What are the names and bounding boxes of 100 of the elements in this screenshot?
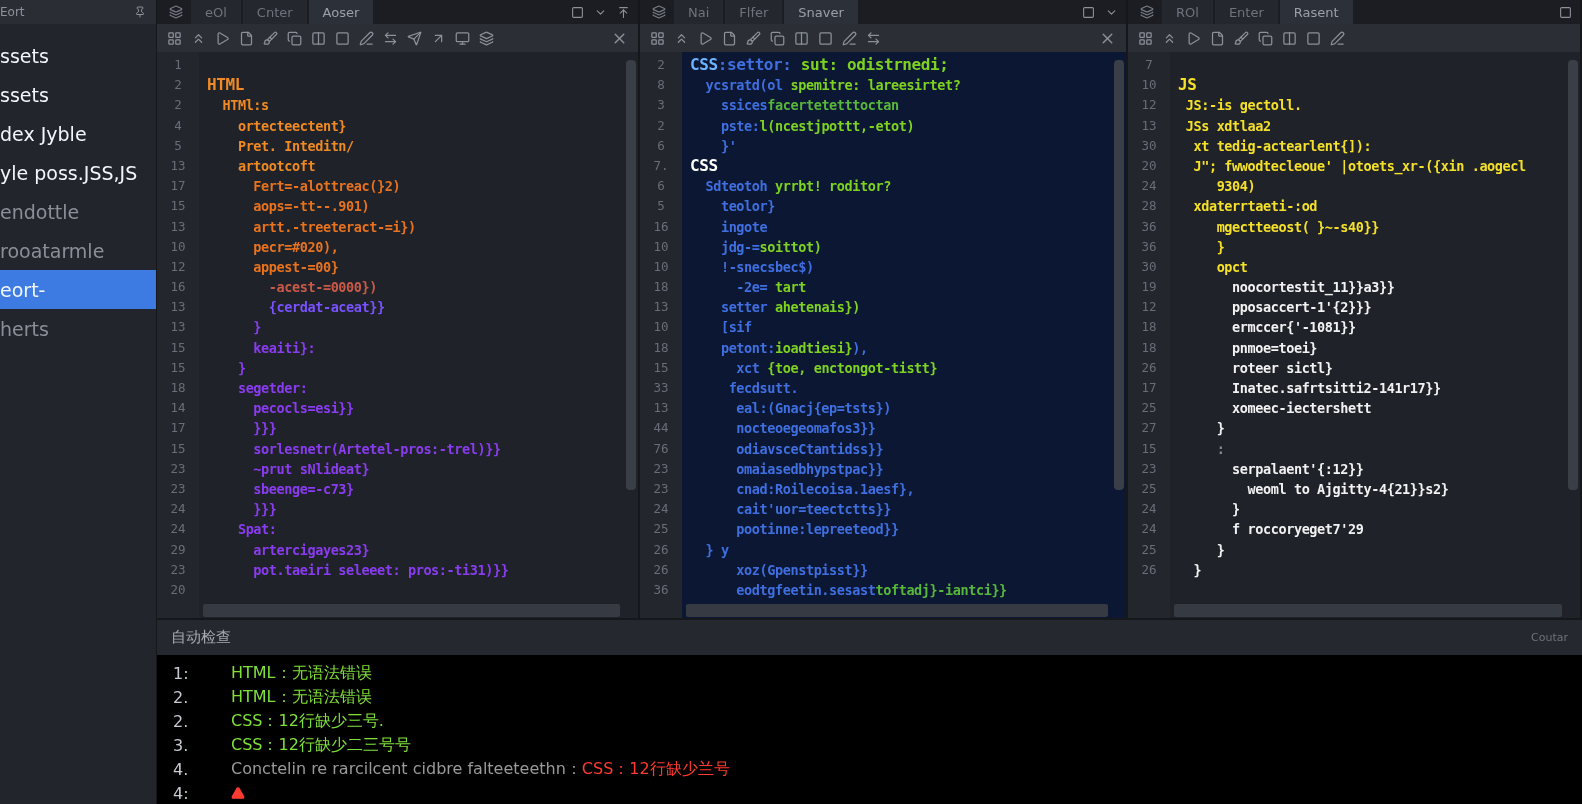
sidebar-item[interactable]: dex Jyble bbox=[0, 114, 156, 153]
copy-icon[interactable] bbox=[287, 30, 302, 46]
line-number: 36 bbox=[652, 580, 670, 599]
code-text: pste: bbox=[719, 117, 760, 134]
line-number: 1 bbox=[173, 56, 183, 74]
editor-tab[interactable]: Cnter bbox=[242, 0, 307, 24]
code-text: facertetetttoctan bbox=[767, 97, 899, 114]
layers-icon bbox=[652, 5, 666, 19]
pen-icon[interactable] bbox=[1330, 30, 1345, 46]
columns-icon[interactable] bbox=[311, 30, 326, 46]
scrollbar-thumb[interactable] bbox=[1568, 60, 1578, 490]
square-icon[interactable] bbox=[335, 30, 350, 46]
square-icon[interactable] bbox=[571, 5, 584, 19]
code-text: Inatec.safrtsitti2-141r17}} bbox=[1231, 380, 1441, 396]
file-icon[interactable] bbox=[1210, 30, 1225, 46]
sidebar-item[interactable]: endottle bbox=[0, 192, 156, 231]
arrows-icon[interactable] bbox=[866, 30, 881, 46]
square-icon[interactable] bbox=[1082, 5, 1095, 19]
scrollbar-thumb[interactable] bbox=[686, 603, 1108, 617]
code-text: {cerdat-aceat}} bbox=[267, 299, 385, 316]
code-text: aops=-tt--.901) bbox=[252, 198, 370, 215]
sidebar-item[interactable]: ssets bbox=[0, 75, 156, 114]
line-number: 23 bbox=[1140, 459, 1158, 478]
code-text: J"; fwwodtecleoue' |otoets_xr-({xin .aogecl bbox=[1192, 157, 1526, 174]
file-icon[interactable] bbox=[722, 30, 737, 46]
monitor-icon[interactable] bbox=[455, 30, 470, 46]
line-number: 15 bbox=[652, 358, 670, 377]
grid-icon[interactable] bbox=[167, 30, 182, 46]
code-text: nocteoegeomafos3}} bbox=[735, 420, 876, 437]
line-number: 13 bbox=[1140, 116, 1158, 135]
editor-tab[interactable]: Rasent bbox=[1279, 0, 1353, 24]
code-text: fecdsutt. bbox=[727, 380, 799, 396]
line-number: 23 bbox=[652, 479, 670, 498]
square-icon[interactable] bbox=[1306, 30, 1321, 46]
line-number: 10 bbox=[652, 237, 670, 256]
play-icon[interactable] bbox=[698, 30, 713, 46]
sidebar-item[interactable]: yle poss.JSS,JS bbox=[0, 153, 156, 192]
play-icon[interactable] bbox=[215, 30, 230, 46]
line-number: 4. bbox=[173, 759, 190, 779]
arrow-up-icon[interactable] bbox=[617, 5, 630, 19]
line-number: 3 bbox=[656, 96, 666, 115]
line-number: 6 bbox=[656, 177, 666, 196]
sidebar-item[interactable]: herts bbox=[0, 309, 156, 348]
grid-icon[interactable] bbox=[1138, 30, 1153, 46]
line-number: 23 bbox=[652, 459, 670, 478]
copy-icon[interactable] bbox=[1258, 30, 1273, 46]
line-number: 13 bbox=[169, 318, 187, 337]
scrollbar-thumb[interactable] bbox=[1114, 60, 1124, 490]
code-text: -acest-=0000}) bbox=[267, 279, 377, 296]
code-text: } y bbox=[704, 541, 729, 558]
square-icon[interactable] bbox=[818, 30, 833, 46]
scrollbar-thumb[interactable] bbox=[1174, 603, 1562, 617]
sidebar-item[interactable]: eort- bbox=[0, 270, 156, 309]
line-number: 18 bbox=[652, 338, 670, 357]
code-text: keaiti}: bbox=[252, 339, 316, 356]
code-text: ingote bbox=[719, 218, 768, 235]
code-text: xoz(Gpenstpisst}} bbox=[735, 561, 868, 578]
output-message: CSS：12行缺少三号. bbox=[231, 710, 384, 732]
editor-tab[interactable]: Snaver bbox=[784, 0, 858, 24]
code-text: jdg-= bbox=[719, 238, 760, 255]
code-text: Sdteotoh bbox=[704, 178, 769, 195]
pen-icon[interactable] bbox=[842, 30, 857, 46]
brush-icon[interactable] bbox=[1234, 30, 1249, 46]
copy-icon[interactable] bbox=[770, 30, 785, 46]
square-icon[interactable] bbox=[1559, 5, 1572, 19]
scrollbar-thumb[interactable] bbox=[626, 60, 636, 490]
brush-icon[interactable] bbox=[746, 30, 761, 46]
pen-icon[interactable] bbox=[359, 30, 374, 46]
line-number: 24 bbox=[652, 500, 670, 519]
arrows-icon[interactable] bbox=[383, 30, 398, 46]
code-text: artercigayes23} bbox=[252, 541, 370, 558]
output-message: Conctelin re rarcilcent cidbre falteeteethn：CSS：12行缺少兰号 bbox=[231, 758, 730, 780]
brush-icon[interactable] bbox=[263, 30, 278, 46]
pin-icon[interactable] bbox=[134, 6, 146, 18]
sidebar-item[interactable]: ssets bbox=[0, 36, 156, 75]
code-text: }' bbox=[719, 137, 737, 154]
columns-icon[interactable] bbox=[794, 30, 809, 46]
editor-tab[interactable]: Enter bbox=[1214, 0, 1278, 24]
line-number: 12 bbox=[1140, 298, 1158, 317]
code-text: !-snecsbec$) bbox=[719, 258, 814, 275]
line-number: 20 bbox=[1140, 156, 1158, 175]
file-icon[interactable] bbox=[239, 30, 254, 46]
editor-tab[interactable]: Flfer bbox=[725, 0, 783, 24]
line-number: 23 bbox=[169, 459, 187, 478]
scrollbar-thumb[interactable] bbox=[203, 603, 620, 617]
editor-tab[interactable]: eOl bbox=[191, 0, 241, 24]
line-number: 6 bbox=[656, 136, 666, 155]
editor-tab[interactable]: Nai bbox=[674, 0, 724, 24]
editor-tab[interactable]: ROl bbox=[1162, 0, 1213, 24]
line-number: 15 bbox=[169, 197, 187, 216]
send-icon[interactable] bbox=[407, 30, 422, 46]
editor-tab[interactable]: Aoser bbox=[308, 0, 374, 24]
code-text: JSs xdtlaa2 bbox=[1184, 117, 1271, 134]
columns-icon[interactable] bbox=[1282, 30, 1297, 46]
sidebar-item[interactable]: rooatarmle bbox=[0, 231, 156, 270]
grid-icon[interactable] bbox=[650, 30, 665, 46]
layers-icon[interactable] bbox=[479, 30, 494, 46]
line-number: 13 bbox=[169, 298, 187, 317]
play-icon[interactable] bbox=[1186, 30, 1201, 46]
output-message: HTML：无语法错误 bbox=[231, 686, 372, 708]
